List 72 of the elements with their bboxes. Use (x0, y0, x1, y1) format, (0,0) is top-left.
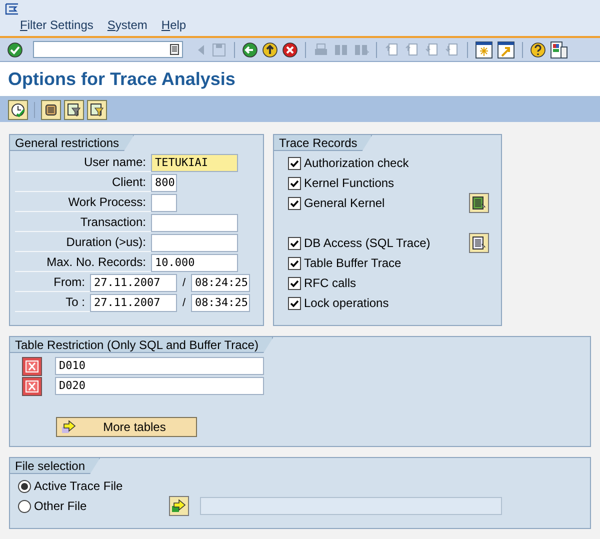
shortcut-icon[interactable] (497, 40, 515, 58)
list-icon (472, 236, 486, 250)
checkbox-label: Authorization check (304, 156, 410, 170)
command-field[interactable] (33, 41, 183, 58)
date-field[interactable]: 27.11.2007 (90, 274, 177, 292)
menu-item[interactable]: Help (161, 18, 186, 33)
panel-title: Trace Records (274, 135, 372, 151)
date-field[interactable]: 27.11.2007 (90, 294, 177, 312)
radio-label: Active Trace File (34, 479, 123, 493)
radio-button[interactable] (18, 480, 31, 492)
panel-title: Table Restriction (Only SQL and Buffer Trace) (10, 337, 274, 353)
details-button[interactable] (469, 233, 489, 253)
panel-title: File selection (10, 458, 100, 474)
arrow-icon (61, 420, 77, 434)
checkbox-label: Table Buffer Trace (304, 256, 402, 270)
delete-icon (25, 360, 39, 372)
exit-icon[interactable] (262, 42, 278, 58)
file-name-field[interactable] (200, 497, 502, 515)
checkbox[interactable] (288, 176, 301, 190)
help-icon[interactable] (530, 42, 546, 58)
checkbox-label: DB Access (SQL Trace) (304, 236, 432, 250)
browse-button[interactable] (169, 496, 189, 516)
table-name-field[interactable]: D010 (55, 357, 264, 375)
input-field[interactable] (151, 234, 238, 252)
input-field[interactable] (151, 194, 177, 212)
delete-row-button[interactable] (22, 376, 42, 396)
input-field[interactable]: TETUKIAI (151, 154, 238, 172)
scroll-button[interactable] (41, 100, 61, 120)
checkbox-label: Kernel Functions (304, 176, 396, 190)
separator-text: / (181, 277, 187, 289)
enter-icon[interactable] (7, 42, 23, 58)
arrow-icon (171, 499, 187, 513)
separator-text: / (181, 297, 187, 309)
input-field[interactable]: 10.000 (151, 254, 238, 272)
checkbox-label: RFC calls (304, 276, 358, 290)
menu-item[interactable]: Filter Settings (20, 18, 94, 33)
cancel-icon[interactable] (282, 42, 298, 58)
checkbox[interactable] (288, 296, 301, 310)
time-field[interactable]: 08:34:25 (191, 294, 250, 312)
checkbox[interactable] (288, 236, 301, 250)
filter-button[interactable] (64, 100, 84, 120)
more-tables-button[interactable]: More tables (56, 417, 197, 437)
list-icon (472, 196, 486, 210)
delete-row-button[interactable] (22, 356, 42, 376)
menu-item[interactable]: System (107, 18, 148, 33)
delete-icon (25, 380, 39, 392)
radio-button[interactable] (18, 500, 31, 512)
table-name-field[interactable]: D020 (55, 377, 264, 395)
checkbox-label: General Kernel (304, 196, 386, 210)
input-field[interactable] (151, 214, 238, 232)
filter-icon (90, 103, 104, 117)
back-icon[interactable] (242, 42, 258, 58)
filter-icon (67, 103, 81, 117)
checkbox[interactable] (288, 196, 301, 210)
history-icon[interactable] (170, 44, 179, 55)
page-title: Options for Trace Analysis (8, 68, 236, 90)
checkbox[interactable] (288, 256, 301, 270)
new-window-icon[interactable] (475, 40, 493, 58)
scroll-icon (44, 103, 58, 117)
execute-button[interactable] (8, 100, 28, 120)
panel-title: General restrictions (10, 135, 134, 151)
clock-icon (11, 103, 25, 117)
radio-label: Other File (34, 499, 88, 513)
layout-icon[interactable] (550, 40, 568, 58)
input-field[interactable]: 800 (151, 174, 177, 192)
system-menu-icon[interactable] (5, 3, 19, 15)
filter-button[interactable] (87, 100, 107, 120)
checkbox[interactable] (288, 156, 301, 170)
details-button[interactable] (469, 193, 489, 213)
checkbox-label: Lock operations (304, 296, 390, 310)
time-field[interactable]: 08:24:25 (191, 274, 250, 292)
checkbox[interactable] (288, 276, 301, 290)
